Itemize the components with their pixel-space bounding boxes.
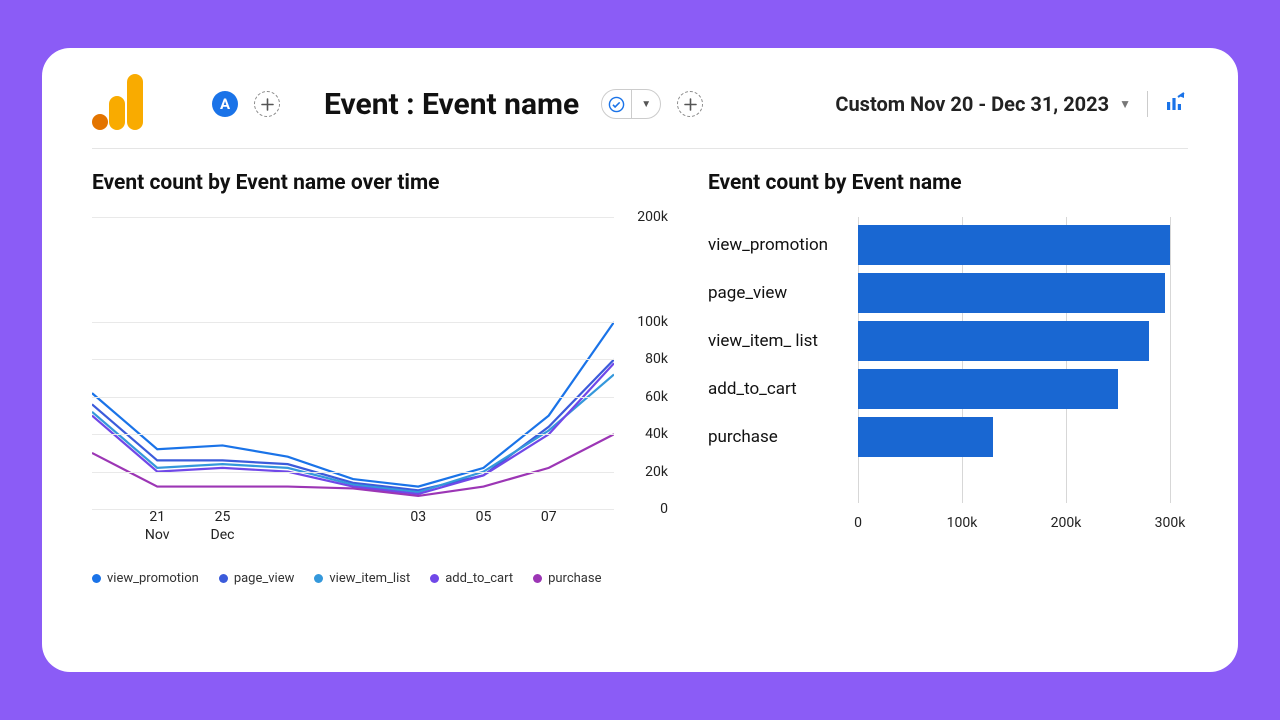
report-card: A Event : Event name ▼ Custom Nov 20 - D… [42,48,1238,672]
legend-dot-icon [430,574,439,583]
bar-chart: 0 100k 200k 300k view_promotion page_viewvie… [708,217,1188,537]
date-range-label: Custom Nov 20 - Dec 31, 2023 [835,92,1109,116]
bar-label: add_to_cart [708,379,848,399]
line-chart-title: Event count by Event name over time [92,171,668,195]
series-view_promotion [92,322,614,486]
y-tick: 0 [660,501,668,517]
legend-label: view_promotion [107,571,199,586]
legend-dot-icon [314,574,323,583]
chevron-down-icon: ▼ [632,99,660,110]
filter-pill[interactable]: ▼ [601,89,661,119]
legend-dot-icon [92,574,101,583]
top-bar: A Event : Event name ▼ Custom Nov 20 - D… [92,74,1188,149]
legend-item[interactable]: page_view [219,571,295,586]
legend-item[interactable]: view_item_list [314,571,410,586]
bar-chart-title: Event count by Event name [708,171,1188,195]
date-range-picker[interactable]: Custom Nov 20 - Dec 31, 2023 ▼ [835,92,1131,116]
bar-label: view_item_ list [708,331,848,351]
bar [858,321,1149,361]
bar-row: purchase [708,417,1170,457]
x-tick: 300k [1155,515,1186,531]
y-tick: 80k [645,351,668,367]
analytics-logo-icon [92,74,152,134]
bar [858,273,1165,313]
legend-label: purchase [548,571,601,586]
x-tick: 21 Nov [145,509,170,544]
content-area: Event count by Event name over time 0 20k… [92,149,1188,654]
x-tick: 07 [541,509,557,527]
legend-label: page_view [234,571,295,586]
bar-row: view_item_ list [708,321,1170,361]
y-tick: 60k [645,389,668,405]
divider [1147,91,1148,117]
x-tick: 200k [1051,515,1082,531]
add-filter-button[interactable] [677,91,703,117]
chevron-down-icon: ▼ [1119,97,1131,111]
legend-label: add_to_cart [445,571,513,586]
bar-label: purchase [708,427,848,447]
x-tick: 0 [854,515,862,531]
x-tick: 05 [476,509,492,527]
series-add_to_cart [92,363,614,494]
segment-badge[interactable]: A [212,91,238,117]
legend-label: view_item_list [329,571,410,586]
bar [858,225,1170,265]
check-circle-icon [602,90,632,118]
bar-row: add_to_cart [708,369,1170,409]
edit-chart-icon[interactable] [1164,90,1188,118]
line-chart: 020k40k60k80k100k200k 21 Nov25 Dec030507 [92,217,668,547]
x-tick: 03 [410,509,426,527]
y-tick: 200k [637,209,668,225]
legend-dot-icon [533,574,542,583]
bar-row: page_view [708,273,1170,313]
y-tick: 40k [645,426,668,442]
bar [858,369,1118,409]
page-title: Event : Event name [324,87,579,122]
x-tick: 25 Dec [211,509,235,544]
add-segment-button[interactable] [254,91,280,117]
legend-item[interactable]: view_promotion [92,571,199,586]
x-tick: 100k [947,515,978,531]
y-tick: 20k [645,464,668,480]
y-tick: 100k [637,314,668,330]
legend-item[interactable]: purchase [533,571,601,586]
chart-legend: view_promotion page_view view_item_list add… [92,571,668,586]
line-chart-panel: Event count by Event name over time 0 20k… [92,171,668,654]
bar-row: view_promotion [708,225,1170,265]
bar-label: view_promotion [708,235,848,255]
legend-dot-icon [219,574,228,583]
bar-chart-panel: Event count by Event name 0 100k 200k 300k … [708,171,1188,654]
legend-item[interactable]: add_to_cart [430,571,513,586]
bar-label: page_view [708,283,848,303]
bar [858,417,993,457]
